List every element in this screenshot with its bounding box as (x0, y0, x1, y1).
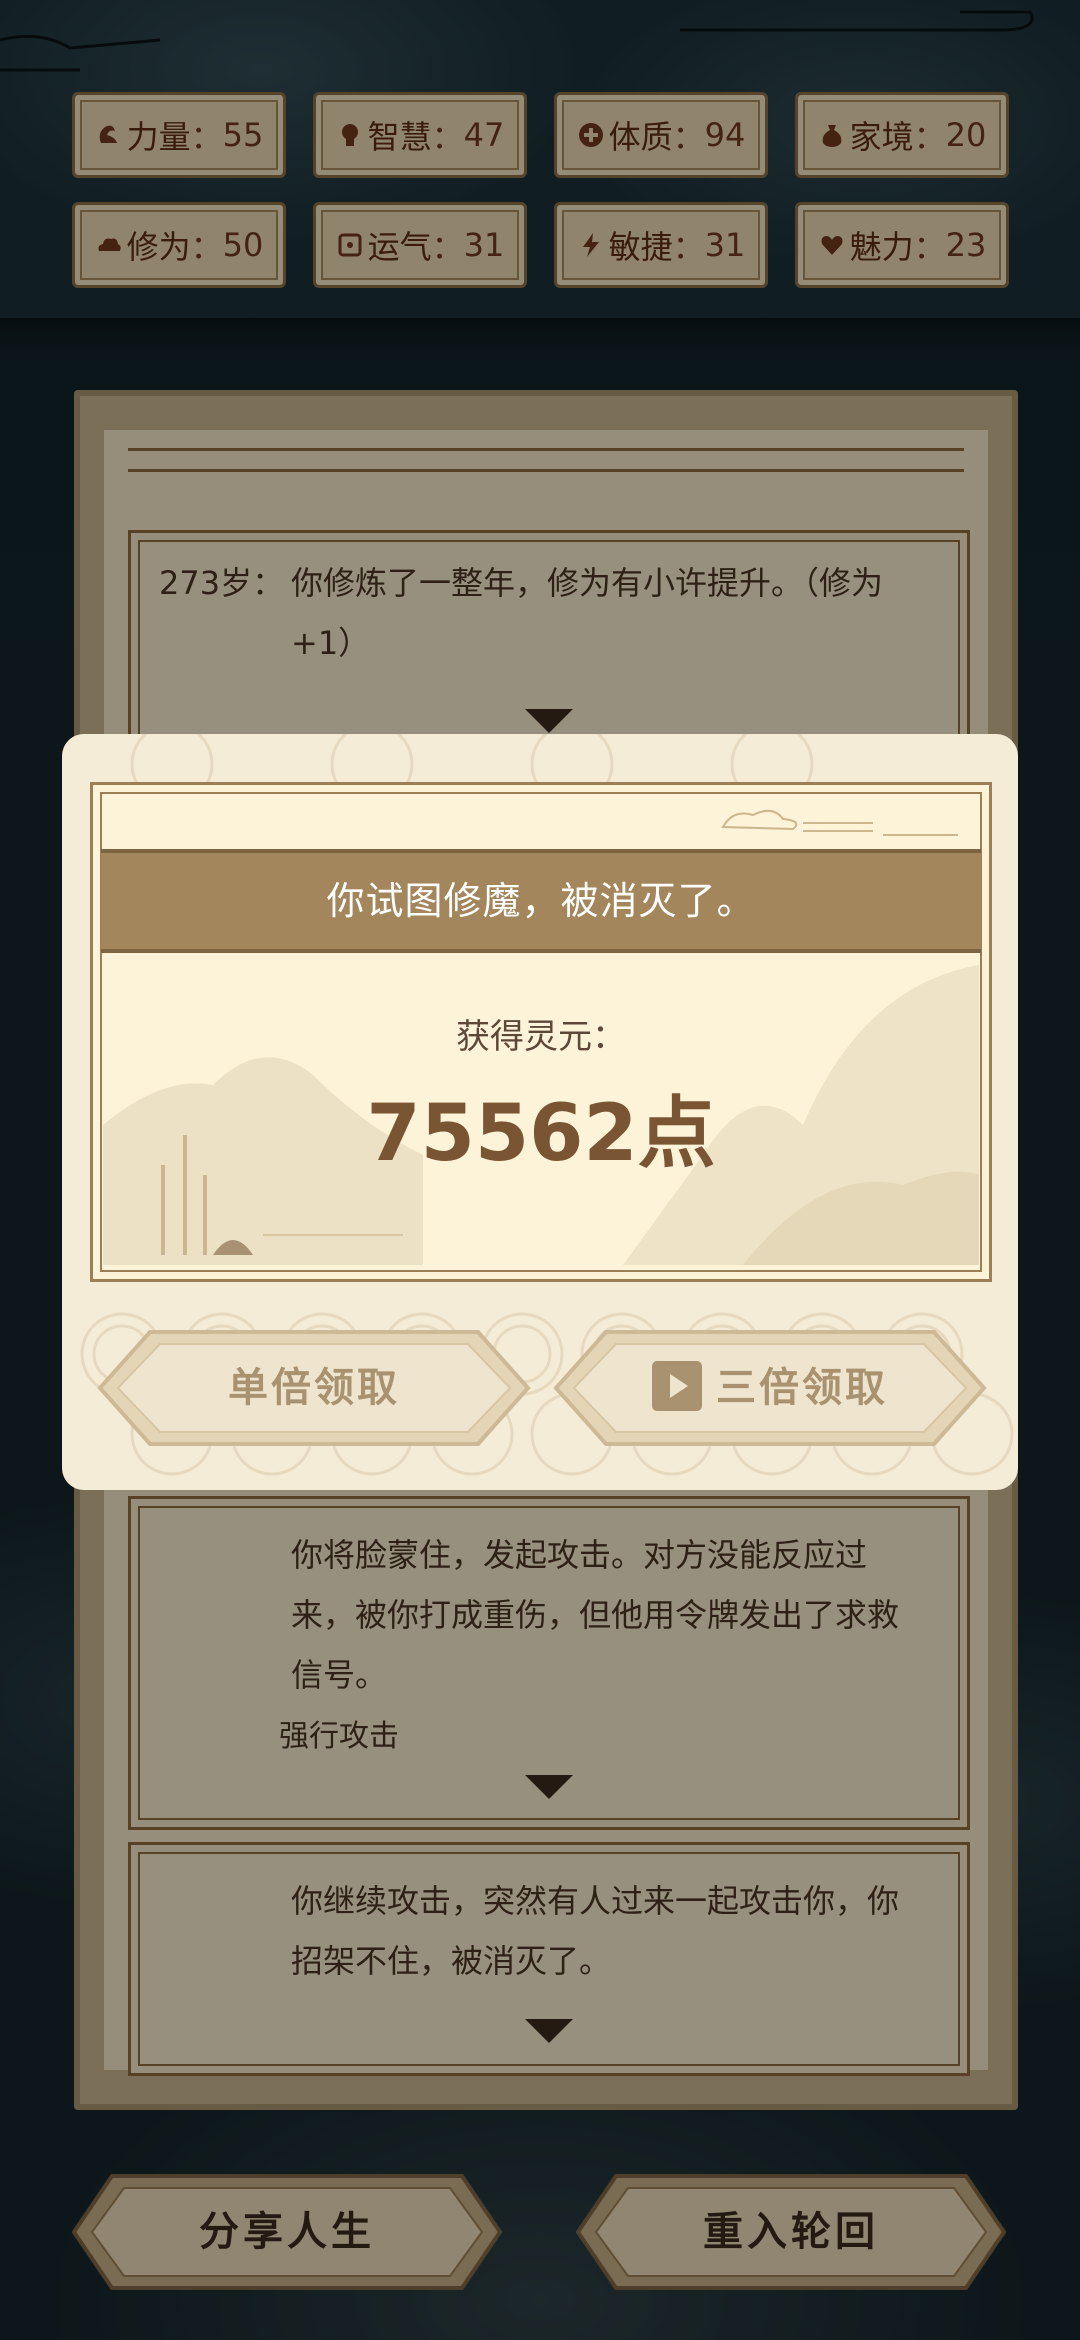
claim-single-button[interactable]: 单倍领取 (96, 1328, 532, 1448)
frame-corner (967, 782, 992, 807)
frame-corner (967, 1257, 992, 1282)
reward-value: 75562点 (366, 1089, 716, 1179)
result-title: 你试图修魔，被消灭了。 (101, 849, 981, 953)
frame-corner (90, 1257, 115, 1282)
cloud-ornament (721, 809, 958, 836)
claim-triple-button[interactable]: 三倍领取 (552, 1328, 988, 1448)
reward-label: 获得灵元： (456, 1017, 626, 1057)
result-card: 你试图修魔，被消灭了。 获得灵元： 75562点 (90, 782, 992, 1282)
death-result-dialog: 你试图修魔，被消灭了。 获得灵元： 75562点 单倍领取 三倍领取 (62, 734, 1018, 1490)
video-play-icon (652, 1361, 702, 1411)
frame-corner (90, 782, 115, 807)
